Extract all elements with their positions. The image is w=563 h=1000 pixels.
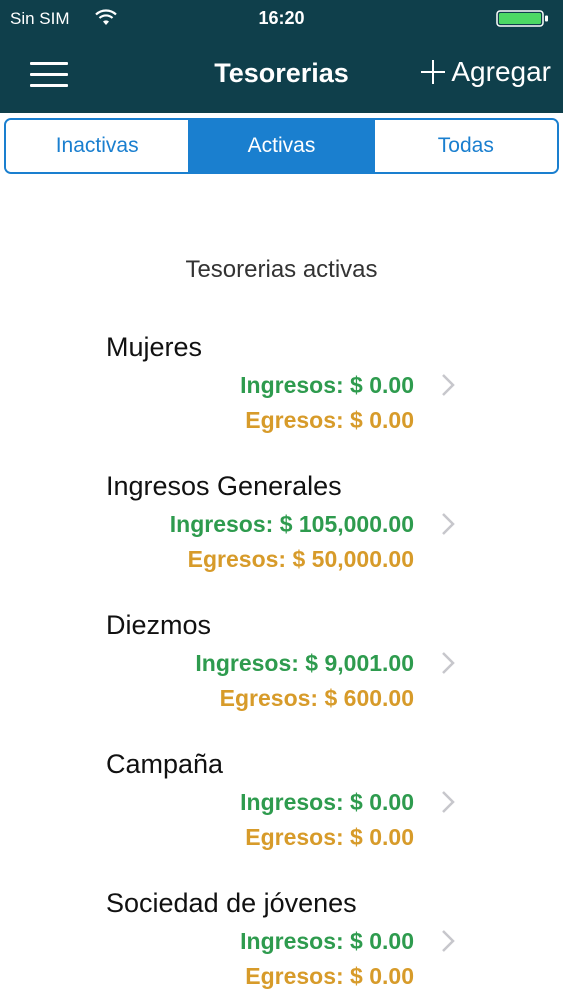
chevron-right-icon <box>442 930 455 952</box>
treasury-name: Diezmos <box>106 610 212 640</box>
treasury-ingresos: Ingresos: $ 0.00 <box>240 372 414 398</box>
plus-icon <box>421 60 446 84</box>
header: Sin SIM 16:20 Tesorerias Agregar <box>0 0 563 113</box>
treasury-row-mujeres[interactable]: Mujeres Ingresos: $ 0.00 Egresos: $ 0.00 <box>0 330 563 469</box>
treasury-ingresos: Ingresos: $ 0.00 <box>240 789 414 815</box>
chevron-right-icon <box>442 513 455 535</box>
add-button-label: Agregar <box>451 56 551 87</box>
treasury-name: Mujeres <box>106 332 203 362</box>
treasury-ingresos: Ingresos: $ 0.00 <box>240 928 414 954</box>
treasury-list: Mujeres Ingresos: $ 0.00 Egresos: $ 0.00… <box>0 330 563 1000</box>
treasury-egresos: Egresos: $ 50,000.00 <box>187 546 414 572</box>
add-button[interactable]: Agregar <box>419 56 551 88</box>
treasury-egresos: Egresos: $ 0.00 <box>245 407 414 433</box>
treasury-egresos: Egresos: $ 600.00 <box>219 685 414 711</box>
treasury-row-campana[interactable]: Campaña Ingresos: $ 0.00 Egresos: $ 0.00 <box>0 747 563 886</box>
chevron-right-icon <box>442 791 455 813</box>
battery-icon <box>496 10 548 27</box>
treasury-ingresos: Ingresos: $ 9,001.00 <box>195 650 414 676</box>
treasury-egresos: Egresos: $ 0.00 <box>245 963 414 989</box>
treasury-egresos: Egresos: $ 0.00 <box>245 824 414 850</box>
tab-todas[interactable]: Todas <box>374 120 557 172</box>
nav-bar: Tesorerias Agregar <box>0 40 563 110</box>
treasury-name: Campaña <box>106 749 224 779</box>
filter-segmented-control: Inactivas Activas Todas <box>4 118 559 174</box>
treasury-row-diezmos[interactable]: Diezmos Ingresos: $ 9,001.00 Egresos: $ … <box>0 608 563 747</box>
chevron-right-icon <box>442 374 455 396</box>
tab-activas[interactable]: Activas <box>190 120 375 172</box>
status-bar: Sin SIM 16:20 <box>0 0 563 38</box>
tab-inactivas[interactable]: Inactivas <box>6 120 191 172</box>
treasury-ingresos: Ingresos: $ 105,000.00 <box>169 511 414 537</box>
chevron-right-icon <box>442 652 455 674</box>
treasury-row-ingresos-generales[interactable]: Ingresos Generales Ingresos: $ 105,000.0… <box>0 469 563 608</box>
treasury-name: Ingresos Generales <box>106 471 342 501</box>
status-time: 16:20 <box>258 8 305 28</box>
section-title: Tesorerias activas <box>185 256 378 283</box>
treasury-row-sociedad-de-jovenes[interactable]: Sociedad de jóvenes Ingresos: $ 0.00 Egr… <box>0 886 563 1000</box>
treasury-name: Sociedad de jóvenes <box>106 888 357 918</box>
